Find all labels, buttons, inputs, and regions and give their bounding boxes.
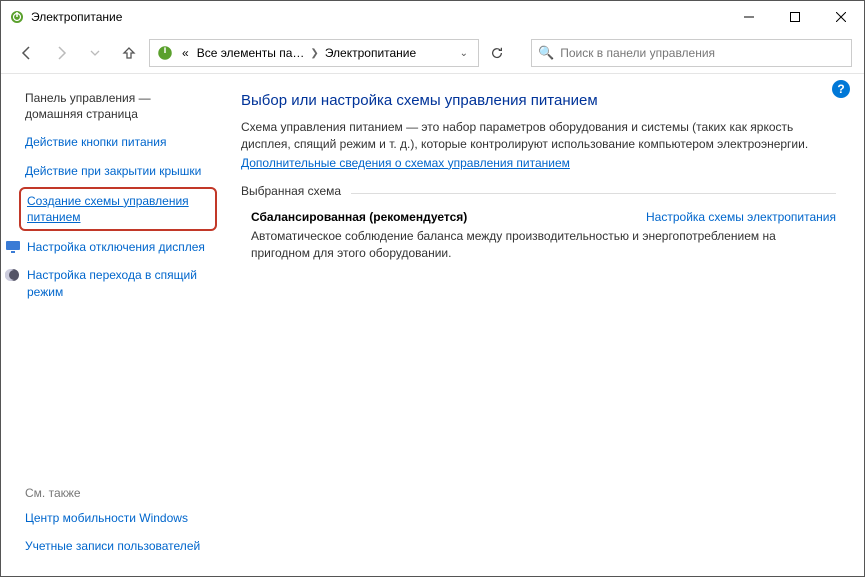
titlebar: Электропитание xyxy=(1,1,864,33)
address-dropdown[interactable]: ⌄ xyxy=(454,48,474,59)
forward-button[interactable] xyxy=(47,39,75,67)
sidebar-sleep-setting[interactable]: Настройка перехода в спящий режим xyxy=(27,267,211,299)
plan-description: Автоматическое соблюдение баланса между … xyxy=(251,228,836,262)
up-button[interactable] xyxy=(115,39,143,67)
main-panel: Выбор или настройка схемы управления пит… xyxy=(221,74,864,576)
separator xyxy=(351,193,836,194)
moon-icon xyxy=(5,267,21,283)
plan-settings-link[interactable]: Настройка схемы электропитания xyxy=(646,210,836,224)
window-title: Электропитание xyxy=(31,10,726,24)
search-icon: 🔍 xyxy=(538,45,554,61)
nav-toolbar: « Все элементы па… ❯ Электропитание ⌄ 🔍 xyxy=(1,33,864,73)
breadcrumb-item[interactable]: Электропитание xyxy=(321,46,420,60)
sidebar-item: Настройка перехода в спящий режим xyxy=(5,267,211,299)
window: Электропитание « Все элементы па… ❯ Элек… xyxy=(0,0,865,577)
address-bar[interactable]: « Все элементы па… ❯ Электропитание ⌄ xyxy=(149,39,479,67)
power-options-icon xyxy=(9,9,25,25)
see-also-heading: См. также xyxy=(25,486,211,500)
highlighted-callout: Создание схемы управления питанием xyxy=(19,187,217,231)
help-button[interactable]: ? xyxy=(832,80,850,98)
content-area: ? Панель управления — домашняя страница … xyxy=(1,73,864,576)
see-also-mobility-center[interactable]: Центр мобильности Windows xyxy=(25,510,211,526)
close-button[interactable] xyxy=(818,1,864,33)
control-panel-home-link[interactable]: Панель управления — домашняя страница xyxy=(25,90,211,122)
see-also-user-accounts[interactable]: Учетные записи пользователей xyxy=(25,538,211,554)
page-heading: Выбор или настройка схемы управления пит… xyxy=(241,92,836,109)
learn-more-link[interactable]: Дополнительные сведения о схемах управле… xyxy=(241,156,570,170)
sidebar-lid-action[interactable]: Действие при закрытии крышки xyxy=(25,163,211,179)
breadcrumb-item[interactable]: Все элементы па… xyxy=(193,46,309,60)
page-description: Схема управления питанием — это набор па… xyxy=(241,119,836,154)
power-plan-item: Сбалансированная (рекомендуется) Настрой… xyxy=(241,206,836,262)
sidebar-create-power-plan[interactable]: Создание схемы управления питанием xyxy=(27,193,209,225)
plan-name: Сбалансированная (рекомендуется) xyxy=(251,210,467,224)
minimize-button[interactable] xyxy=(726,1,772,33)
sidebar: Панель управления — домашняя страница Де… xyxy=(1,74,221,576)
breadcrumb-prefix: « xyxy=(178,46,193,60)
see-also-section: См. также Центр мобильности Windows Учет… xyxy=(25,486,211,566)
chevron-right-icon[interactable]: ❯ xyxy=(308,48,320,59)
search-input[interactable] xyxy=(560,46,845,60)
monitor-icon xyxy=(5,239,21,255)
recent-locations-dropdown[interactable] xyxy=(81,39,109,67)
maximize-button[interactable] xyxy=(772,1,818,33)
refresh-button[interactable] xyxy=(483,39,511,67)
plan-header-row: Сбалансированная (рекомендуется) Настрой… xyxy=(251,210,836,224)
selected-plan-group-label: Выбранная схема xyxy=(241,184,836,198)
sidebar-item: Настройка отключения дисплея xyxy=(5,239,211,255)
power-options-icon xyxy=(156,44,174,62)
window-controls xyxy=(726,1,864,33)
sidebar-display-off[interactable]: Настройка отключения дисплея xyxy=(27,239,205,255)
sidebar-power-button-action[interactable]: Действие кнопки питания xyxy=(25,134,211,150)
back-button[interactable] xyxy=(13,39,41,67)
search-box[interactable]: 🔍 xyxy=(531,39,852,67)
